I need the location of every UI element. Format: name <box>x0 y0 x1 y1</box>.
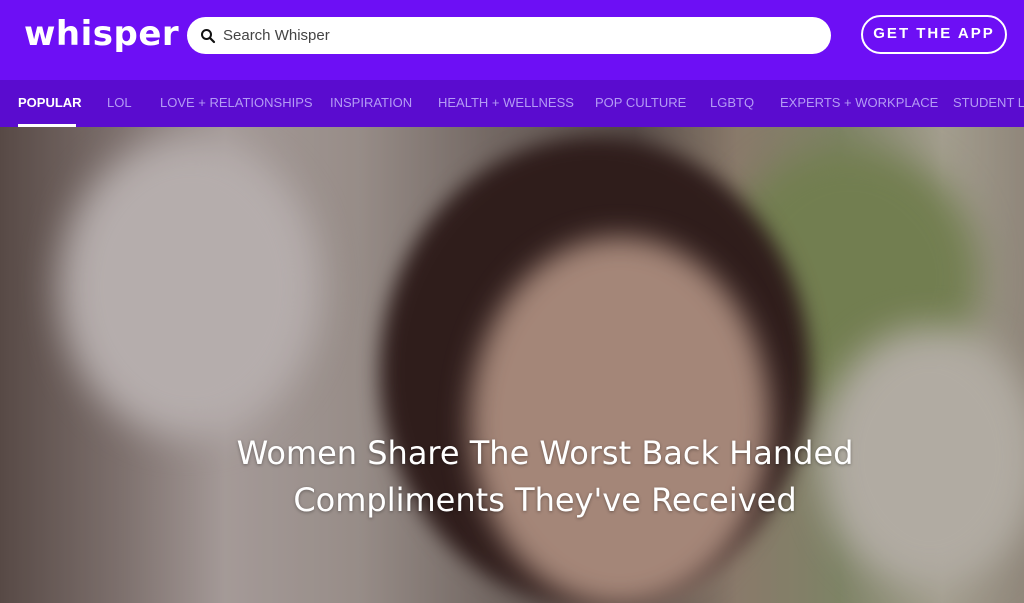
nav-item-pop-culture[interactable]: POP CULTURE <box>595 80 686 127</box>
nav-item-inspiration[interactable]: INSPIRATION <box>330 80 412 127</box>
hero-headline-line-2: Compliments They've Received <box>293 481 797 519</box>
whisper-logo[interactable]: whisper <box>24 8 179 60</box>
search-icon <box>201 29 216 44</box>
nav-item-experts-workplace[interactable]: EXPERTS + WORKPLACE <box>780 80 938 127</box>
hero-headline-line-1: Women Share The Worst Back Handed <box>236 434 854 472</box>
nav-item-popular[interactable]: POPULAR <box>18 80 82 127</box>
search-bar[interactable] <box>187 17 831 54</box>
category-nav: POPULAR LOL LOVE + RELATIONSHIPS INSPIRA… <box>0 80 1024 127</box>
nav-item-love-relationships[interactable]: LOVE + RELATIONSHIPS <box>160 80 313 127</box>
search-input[interactable] <box>223 17 813 54</box>
hero-dim-overlay <box>0 127 1024 603</box>
nav-item-lol[interactable]: LOL <box>107 80 132 127</box>
get-the-app-button[interactable]: GET THE APP <box>861 15 1007 54</box>
hero-article[interactable]: Women Share The Worst Back Handed Compli… <box>0 127 1024 603</box>
hero-headline[interactable]: Women Share The Worst Back Handed Compli… <box>160 430 930 524</box>
nav-item-health-wellness[interactable]: HEALTH + WELLNESS <box>438 80 574 127</box>
top-header: whisper GET THE APP <box>0 0 1024 80</box>
nav-item-lgbtq[interactable]: LGBTQ <box>710 80 754 127</box>
nav-item-student-life[interactable]: STUDENT LI <box>953 80 1024 127</box>
